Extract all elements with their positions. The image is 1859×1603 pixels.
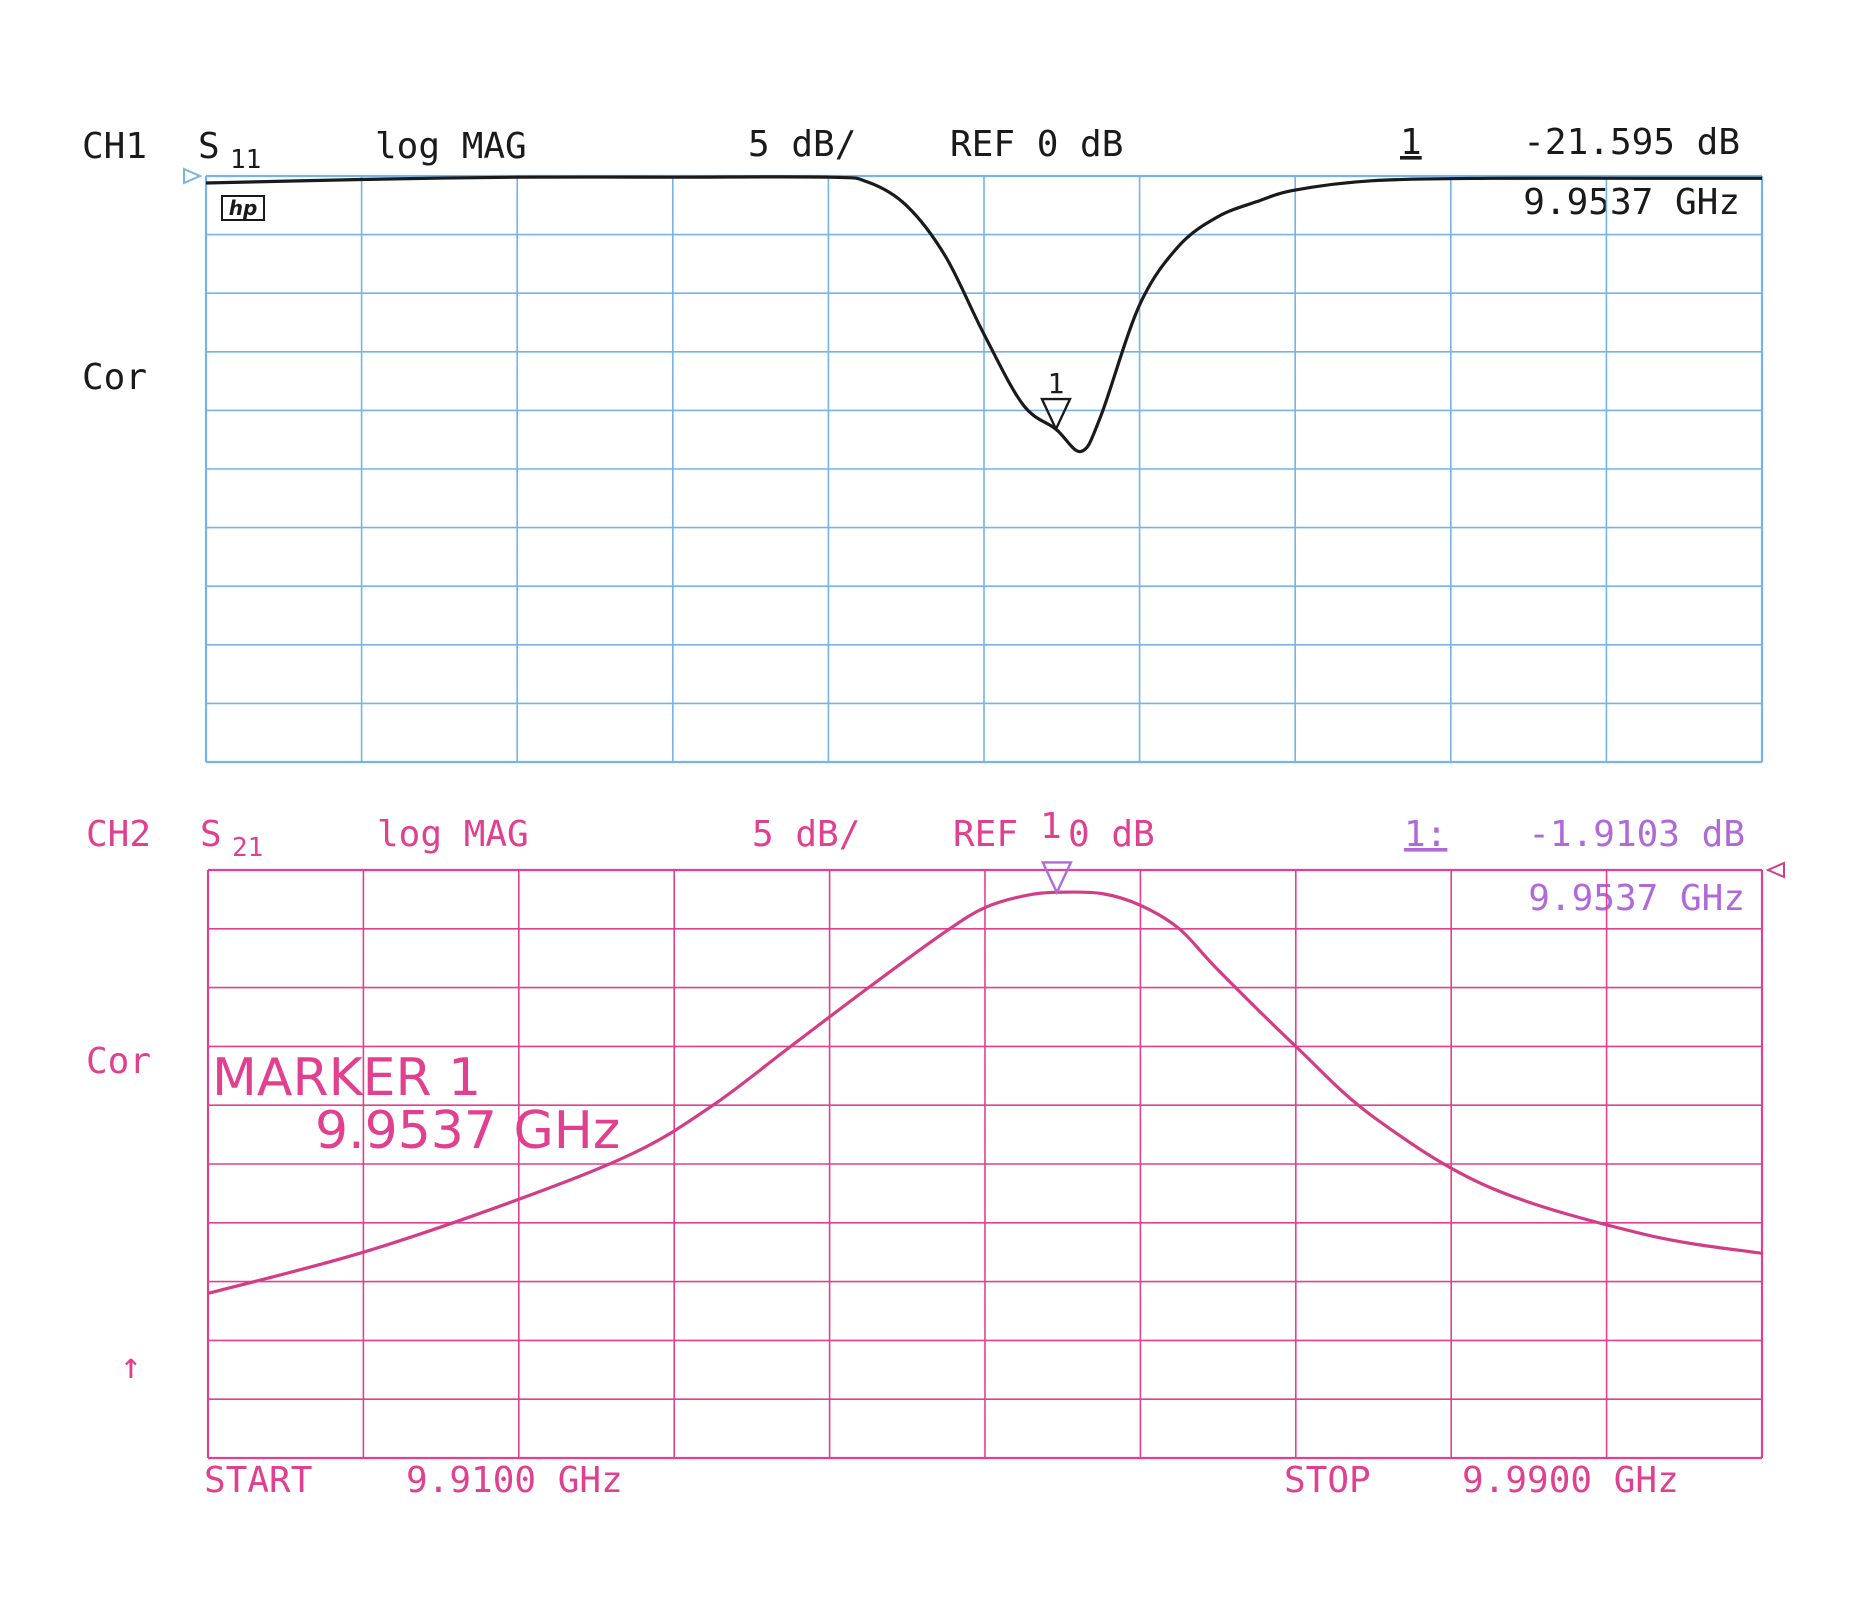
ch1-marker-number: 1 xyxy=(1400,122,1422,163)
stop-label: STOP xyxy=(1284,1460,1371,1501)
stop-frequency: 9.9900 GHz xyxy=(1462,1460,1679,1501)
marker-box-title: MARKER 1 xyxy=(212,1048,481,1108)
ch1-marker-1-label: 1 xyxy=(1048,367,1065,400)
ch1-marker-frequency: 9.9537 GHz xyxy=(1523,182,1740,223)
ch1-ref-level-pointer-icon xyxy=(183,167,203,185)
ch1-param-label: S xyxy=(198,126,220,167)
ch2-ref-level-pointer-icon xyxy=(1765,861,1785,879)
ch2-marker-frequency: 9.9537 GHz xyxy=(1528,878,1745,919)
ch2-param-label: S xyxy=(200,814,222,855)
ch1-graticule xyxy=(183,167,1764,764)
ch1-channel-label: CH1 xyxy=(82,126,147,167)
ch2-marker-value: -1.9103 dB xyxy=(1528,814,1745,855)
ch1-header: CH1 S 11 log MAG 5 dB/ REF 0 dB 1 -21.59… xyxy=(82,122,1740,398)
ch2-ref-marker-number: 1 xyxy=(1040,806,1062,847)
network-analyzer-plot: CH1 S 11 log MAG 5 dB/ REF 0 dB 1 -21.59… xyxy=(82,122,1785,1501)
ch2-param-subscript: 21 xyxy=(232,833,263,863)
ch2-ref-value: 0 dB xyxy=(1068,814,1155,855)
ch1-scale-label: 5 dB/ xyxy=(748,124,856,165)
ch2-channel-label: CH2 xyxy=(86,814,151,855)
ch2-marker-1-icon xyxy=(1040,861,1073,896)
hp-logo-icon: hp xyxy=(221,195,265,221)
ch2-format-label: log MAG xyxy=(377,814,529,855)
start-frequency: 9.9100 GHz xyxy=(406,1460,623,1501)
ch2-marker-number: 1: xyxy=(1404,814,1447,855)
start-label: START xyxy=(204,1460,312,1501)
sweep-footer: START 9.9100 GHz STOP 9.9900 GHz xyxy=(204,1460,1679,1501)
marker-box-frequency: 9.9537 GHz xyxy=(315,1101,620,1161)
ch1-param-subscript: 11 xyxy=(230,145,261,175)
ch1-correction-label: Cor xyxy=(82,357,147,398)
ch2-ref-label: REF xyxy=(953,814,1018,855)
hp-logo-text: hp xyxy=(229,196,258,220)
ch2-correction-label: Cor xyxy=(86,1041,151,1082)
ch1-format-label: log MAG xyxy=(375,126,527,167)
ch1-ref-label: REF 0 dB xyxy=(950,124,1123,165)
ch2-scale-label: 5 dB/ xyxy=(752,814,860,855)
ch1-marker-value: -21.595 dB xyxy=(1523,122,1740,163)
ch2-ref-arrow-icon: ↑ xyxy=(120,1346,142,1387)
